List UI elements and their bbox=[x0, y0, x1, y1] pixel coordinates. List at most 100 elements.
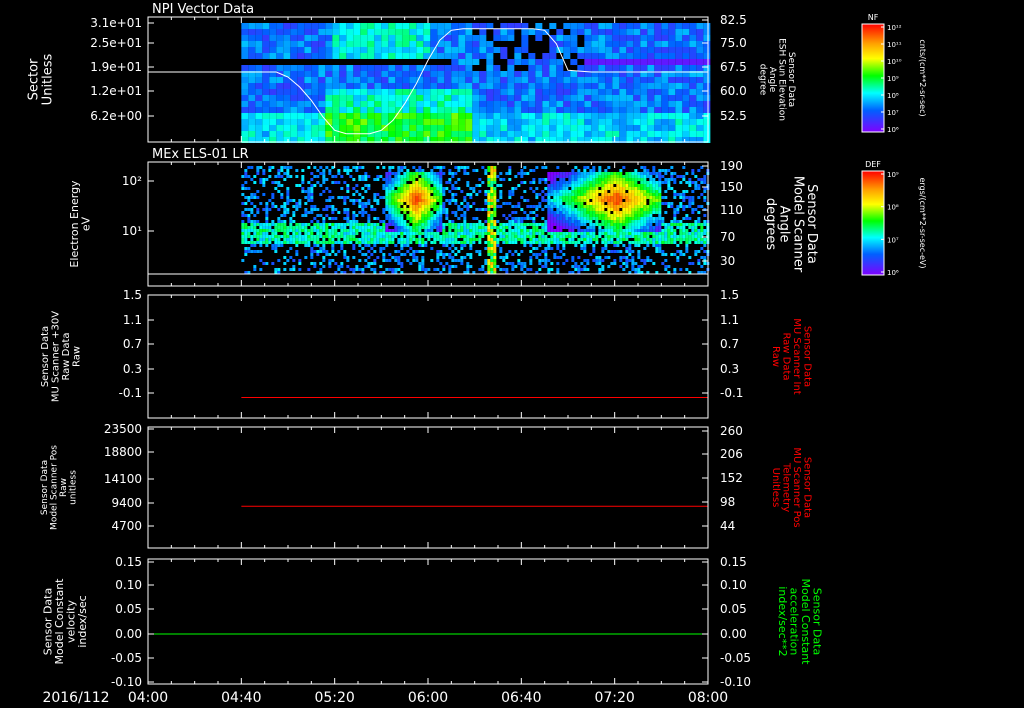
spectrogram-cell bbox=[625, 235, 629, 238]
spectrogram-cell bbox=[331, 226, 335, 229]
spectrogram-cell bbox=[244, 214, 248, 217]
spectrogram-cell bbox=[520, 169, 524, 172]
spectrogram-cell bbox=[607, 196, 611, 199]
spectrogram-cell bbox=[403, 178, 407, 181]
spectrogram-cell bbox=[409, 172, 413, 175]
spectrogram-cell bbox=[640, 202, 644, 205]
spectrogram-cell bbox=[376, 226, 380, 229]
spectrogram-cell bbox=[655, 202, 659, 205]
spectrogram-cell bbox=[523, 190, 527, 193]
spectrogram-cell bbox=[318, 83, 326, 89]
spectrogram-cell bbox=[526, 241, 530, 244]
spectrogram-cell bbox=[316, 241, 320, 244]
spectrogram-cell bbox=[601, 199, 605, 202]
spectrogram-cell bbox=[259, 238, 263, 241]
left-tick-label: 0.10 bbox=[115, 578, 142, 592]
spectrogram-cell bbox=[379, 232, 383, 235]
spectrogram-cell bbox=[250, 220, 254, 223]
spectrogram-cell bbox=[458, 35, 466, 41]
spectrogram-cell bbox=[696, 131, 704, 137]
spectrogram-cell bbox=[595, 175, 599, 178]
spectrogram-cell bbox=[631, 184, 635, 187]
spectrogram-cell bbox=[626, 41, 634, 47]
spectrogram-cell bbox=[682, 89, 690, 95]
spectrogram-cell bbox=[427, 217, 431, 220]
spectrogram-cell bbox=[605, 47, 613, 53]
spectrogram-cell bbox=[310, 235, 314, 238]
spectrogram-cell bbox=[553, 253, 557, 256]
spectrogram-cell bbox=[541, 199, 545, 202]
spectrogram-cell bbox=[290, 47, 298, 53]
spectrogram-cell bbox=[465, 119, 473, 125]
spectrogram-cell bbox=[394, 268, 398, 271]
spectrogram-cell bbox=[346, 208, 350, 211]
spectrogram-cell bbox=[670, 166, 674, 169]
spectrogram-cell bbox=[423, 119, 431, 125]
spectrogram-cell bbox=[381, 29, 389, 35]
spectrogram-cell bbox=[469, 253, 473, 256]
spectrogram-cell bbox=[616, 199, 620, 202]
spectrogram-cell bbox=[276, 29, 284, 35]
spectrogram-cell bbox=[652, 166, 656, 169]
spectrogram-cell bbox=[319, 250, 323, 253]
spectrogram-cell bbox=[454, 247, 458, 250]
spectrogram-cell bbox=[437, 101, 445, 107]
spectrogram-cell bbox=[265, 214, 269, 217]
spectrogram-cell bbox=[640, 178, 644, 181]
spectrogram-cell bbox=[256, 166, 260, 169]
spectrogram-cell bbox=[292, 235, 296, 238]
spectrogram-cell bbox=[360, 41, 368, 47]
spectrogram-cell bbox=[514, 187, 518, 190]
spectrogram-cell bbox=[580, 232, 584, 235]
spectrogram-cell bbox=[654, 125, 662, 131]
spectrogram-cell bbox=[490, 190, 494, 193]
spectrogram-cell bbox=[697, 238, 701, 241]
spectrogram-cell bbox=[490, 235, 494, 238]
spectrogram-cell bbox=[565, 205, 569, 208]
spectrogram-cell bbox=[570, 29, 578, 35]
spectrogram-cell bbox=[647, 101, 655, 107]
spectrogram-cell bbox=[313, 175, 317, 178]
spectrogram-cell bbox=[542, 65, 550, 71]
spectrogram-cell bbox=[694, 223, 698, 226]
spectrogram-cell bbox=[668, 23, 676, 29]
spectrogram-cell bbox=[332, 53, 340, 59]
spectrogram-cell bbox=[255, 35, 263, 41]
spectrogram-cell bbox=[689, 41, 697, 47]
spectrogram-cell bbox=[280, 205, 284, 208]
spectrogram-cell bbox=[696, 125, 704, 131]
spectrogram-cell bbox=[700, 205, 704, 208]
spectrogram-cell bbox=[382, 241, 386, 244]
spectrogram-cell bbox=[673, 238, 677, 241]
spectrogram-cell bbox=[584, 131, 592, 137]
spectrogram-cell bbox=[463, 220, 467, 223]
spectrogram-cell bbox=[631, 190, 635, 193]
spectrogram-cell bbox=[465, 41, 473, 47]
spectrogram-cell bbox=[685, 238, 689, 241]
spectrogram-cell bbox=[370, 238, 374, 241]
spectrogram-cell bbox=[445, 208, 449, 211]
spectrogram-cell bbox=[661, 238, 665, 241]
spectrogram-cell bbox=[622, 208, 626, 211]
colorbar-tick-label: 10⁹ bbox=[887, 75, 899, 83]
spectrogram-cell bbox=[271, 235, 275, 238]
spectrogram-cell bbox=[409, 211, 413, 214]
spectrogram-cell bbox=[652, 232, 656, 235]
spectrogram-cell bbox=[535, 253, 539, 256]
spectrogram-cell bbox=[479, 113, 487, 119]
spectrogram-cell bbox=[436, 187, 440, 190]
right-tick-label: -0.10 bbox=[720, 675, 751, 689]
spectrogram-cell bbox=[668, 35, 676, 41]
spectrogram-cell bbox=[605, 119, 613, 125]
spectrogram-cell bbox=[265, 211, 269, 214]
spectrogram-cell bbox=[598, 77, 606, 83]
spectrogram-cell bbox=[361, 253, 365, 256]
spectrogram-cell bbox=[346, 53, 354, 59]
spectrogram-cell bbox=[626, 65, 634, 71]
spectrogram-cell bbox=[598, 59, 606, 65]
spectrogram-cell bbox=[343, 166, 347, 169]
spectrogram-cell bbox=[418, 199, 422, 202]
spectrogram-cell bbox=[583, 187, 587, 190]
spectrogram-cell bbox=[481, 181, 485, 184]
spectrogram-cell bbox=[376, 238, 380, 241]
